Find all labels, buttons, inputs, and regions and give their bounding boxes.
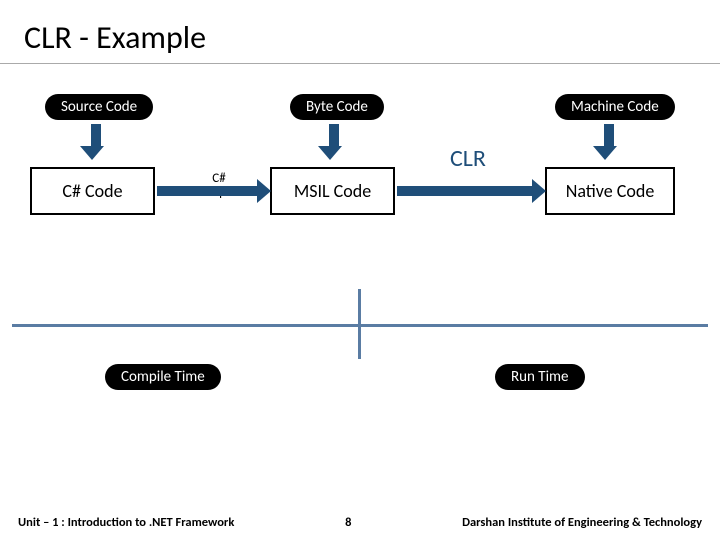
pill-run-time: Run Time — [495, 364, 585, 390]
box-native-code: Native Code — [545, 167, 675, 215]
pill-compile-time: Compile Time — [105, 364, 221, 390]
slide-title: CLR - Example — [0, 0, 720, 64]
timeline-vertical — [358, 289, 361, 359]
label-clr: CLR — [450, 144, 486, 173]
diagram-area: Source Code Byte Code Machine Code C# Co… — [0, 64, 720, 484]
footer-page-number: 8 — [234, 515, 462, 530]
compiler-line1: C# — [212, 171, 225, 186]
arrow-source-to-csharp — [87, 124, 104, 160]
arrow-machine-to-native — [600, 124, 617, 160]
pill-source-code: Source Code — [45, 94, 153, 120]
footer: Unit – 1 : Introduction to .NET Framewor… — [0, 504, 720, 540]
box-csharp-code: C# Code — [30, 167, 155, 215]
arrow-byte-to-msil — [325, 124, 342, 160]
footer-right: Darshan Institute of Engineering & Techn… — [462, 515, 720, 530]
arrow-msil-to-native — [397, 186, 532, 196]
arrow-csharp-to-msil — [157, 186, 257, 196]
footer-left: Unit – 1 : Introduction to .NET Framewor… — [0, 515, 234, 530]
pill-byte-code: Byte Code — [290, 94, 384, 120]
pill-machine-code: Machine Code — [555, 94, 675, 120]
box-msil-code: MSIL Code — [270, 167, 395, 215]
